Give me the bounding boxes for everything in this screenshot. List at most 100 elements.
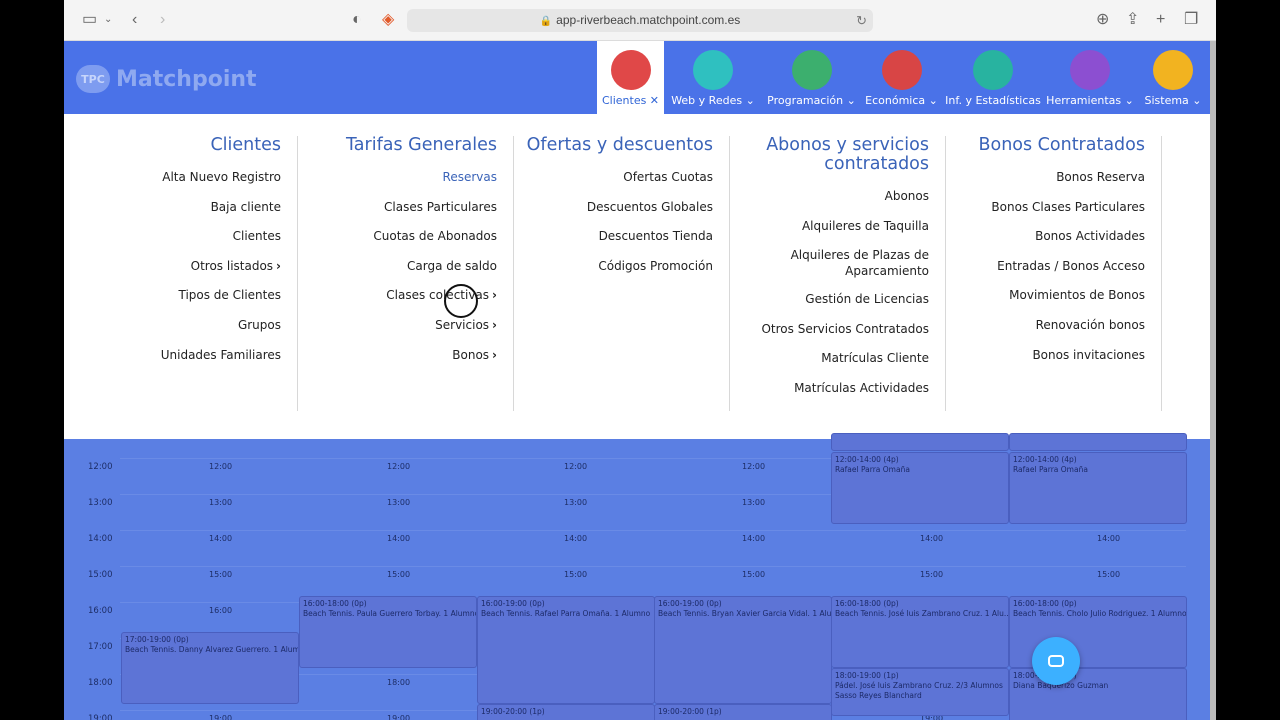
calendar-event[interactable]: 18:00-19:00 (1p) Pádel. José luis Zambran… [831, 668, 1009, 716]
cell-hour-label: 19:00 [209, 714, 233, 720]
menu-item[interactable]: Bonos Actividades [946, 228, 1145, 258]
close-icon[interactable]: ✕ [646, 94, 659, 107]
menu-item[interactable]: Otros Servicios Contratados [730, 321, 929, 351]
tabs-overview-icon[interactable]: ❐ [1184, 11, 1198, 29]
menu-item[interactable]: Abonos [730, 188, 929, 218]
menu-column-title: Clientes [210, 135, 281, 155]
calendar-event[interactable]: 16:00-18:00 (0p) Beach Tennis. José luis … [831, 596, 1009, 668]
nav-item-inf-y-estad-sticas[interactable]: Inf. y Estadísticas [942, 41, 1044, 114]
reload-icon[interactable]: ↻ [856, 9, 867, 32]
menu-item[interactable]: Descuentos Tienda [514, 228, 713, 258]
menu-item[interactable]: Matrículas Cliente [730, 350, 929, 380]
menu-item-label: Tipos de Clientes [178, 288, 281, 303]
menu-item[interactable]: Matrículas Actividades [730, 380, 929, 410]
event-time: 17:00-19:00 (0p) [125, 635, 189, 644]
chevron-right-icon: › [492, 347, 497, 362]
menu-item[interactable]: Carga de saldo [298, 258, 497, 288]
cell-hour-label: 14:00 [209, 534, 233, 543]
hour-label: 17:00 [88, 642, 113, 652]
menu-item[interactable]: Tipos de Clientes [82, 287, 281, 317]
calendar-event[interactable]: 19:00-20:00 (1p) [477, 704, 655, 720]
chevron-right-icon: › [492, 317, 497, 332]
nav-item-web-y-redes[interactable]: Web y Redes ⌄ [664, 41, 762, 114]
nav-label: Clientes ✕ [601, 94, 660, 107]
sidebar-toggle-icon[interactable]: ▭ [82, 11, 97, 29]
menu-item[interactable]: Cuotas de Abonados [298, 228, 497, 258]
address-bar[interactable]: 🔒 app-riverbeach.matchpoint.com.es ↻ [407, 9, 873, 32]
system-icon [1153, 50, 1193, 90]
menu-item[interactable]: Entradas / Bonos Acceso [946, 258, 1145, 288]
menu-item[interactable]: Ofertas Cuotas [514, 169, 713, 199]
menu-item[interactable]: Reservas [298, 169, 497, 199]
menu-item[interactable]: Clientes [82, 228, 281, 258]
menu-item-label: Códigos Promoción [598, 258, 713, 273]
menu-item[interactable]: Bonos Reserva [946, 169, 1145, 199]
calendar-event[interactable]: 12:00-14:00 (4p) Rafael Parra Omaña [1009, 452, 1187, 524]
calendar-event[interactable]: 12:00-14:00 (4p) Rafael Parra Omaña [831, 452, 1009, 524]
menu-item[interactable]: Otros listados › [82, 258, 281, 288]
cell-hour-label: 12:00 [209, 462, 233, 471]
event-time: 12:00-14:00 (4p) [1013, 455, 1077, 464]
calendar-event[interactable]: 16:00-18:00 (0p) Beach Tennis. Paula Guer… [299, 596, 477, 668]
event-time: 16:00-18:00 (0p) [1013, 599, 1077, 608]
menu-item[interactable]: Grupos [82, 317, 281, 347]
calculator-icon [881, 50, 922, 90]
lock-icon: 🔒 [539, 16, 553, 27]
calendar-event[interactable]: 17:00-19:00 (0p) Beach Tennis. Danny Alva… [121, 632, 299, 704]
cell-hour-label: 13:00 [742, 498, 766, 507]
nav-label: Programación ⌄ [767, 94, 856, 107]
nav-item-sistema[interactable]: Sistema ⌄ [1136, 41, 1210, 114]
menu-item[interactable]: Gestión de Licencias [730, 291, 929, 321]
menu-item-label: Carga de saldo [407, 258, 497, 273]
menu-item[interactable]: Códigos Promoción [514, 258, 713, 288]
menu-item[interactable]: Alquileres de Plazas de Aparcamiento [730, 247, 929, 291]
share-icon[interactable]: ⇪ [1126, 11, 1139, 29]
chevron-down-icon: ⌄ [843, 94, 856, 107]
shield-icon[interactable]: ◐ [352, 11, 362, 29]
menu-item[interactable]: Clases Particulares [298, 199, 497, 229]
chevron-right-icon[interactable]: › [160, 11, 165, 29]
menu-item[interactable]: Servicios › [298, 317, 497, 347]
calendar-event[interactable]: 16:00-19:00 (0p) Beach Tennis. Rafael Par… [477, 596, 655, 704]
nav-item-herramientas[interactable]: Herramientas ⌄ [1044, 41, 1136, 114]
menu-item-label: Renovación bonos [1035, 317, 1145, 332]
nav-item-programaci-n[interactable]: Programación ⌄ [762, 41, 861, 114]
calendar-event-top[interactable] [1009, 433, 1187, 451]
new-tab-icon[interactable]: + [1156, 11, 1165, 29]
menu-item-label: Matrículas Cliente [821, 351, 929, 366]
calendar-event[interactable]: 16:00-19:00 (0p) Beach Tennis. Bryan Xavi… [654, 596, 832, 704]
menu-item[interactable]: Alta Nuevo Registro [82, 169, 281, 199]
nav-item-clientes[interactable]: Clientes ✕ [597, 41, 664, 114]
event-text: Beach Tennis. Danny Alvarez Guerrero. 1 … [125, 645, 299, 654]
menu-item[interactable]: Bonos invitaciones [946, 347, 1145, 377]
menu-item[interactable]: Bonos › [298, 347, 497, 377]
download-icon[interactable]: ⊕ [1096, 11, 1109, 29]
menu-item-label: Descuentos Tienda [598, 229, 713, 244]
menu-item[interactable]: Bonos Clases Particulares [946, 199, 1145, 229]
hour-label: 12:00 [88, 462, 113, 472]
chevron-down-icon[interactable]: ⌄ [104, 11, 112, 29]
event-time: 18:00-19:00 (1p) [835, 671, 899, 680]
menu-item[interactable]: Descuentos Globales [514, 199, 713, 229]
menu-column-title: Ofertas y descuentos [526, 135, 713, 155]
cell-hour-label: 12:00 [564, 462, 588, 471]
extension-icon[interactable]: ◈ [382, 11, 394, 29]
menu-item[interactable]: Movimientos de Bonos [946, 287, 1145, 317]
menu-item[interactable]: Renovación bonos [946, 317, 1145, 347]
menu-item-label: Movimientos de Bonos [1009, 288, 1145, 303]
calendar-event-top[interactable] [831, 433, 1009, 451]
url-text: app-riverbeach.matchpoint.com.es [556, 13, 741, 27]
chevron-left-icon[interactable]: ‹ [132, 11, 137, 29]
calendar-event[interactable]: 18:00-20:00 (4p)Diana Baquerizo Guzman [1009, 668, 1187, 720]
chat-button[interactable] [1032, 637, 1080, 685]
scrollbar[interactable] [1210, 41, 1216, 720]
nav-item-econ-mica[interactable]: Económica ⌄ [861, 41, 942, 114]
menu-item[interactable]: Alquileres de Taquilla [730, 218, 929, 248]
app-logo[interactable]: TPC Matchpoint [76, 64, 257, 94]
menu-item[interactable]: Unidades Familiares [82, 347, 281, 377]
event-time: 16:00-19:00 (0p) [481, 599, 545, 608]
menu-item[interactable]: Baja cliente [82, 199, 281, 229]
calendar-event[interactable]: 19:00-20:00 (1p) [654, 704, 832, 720]
menu-column-3: Ofertas y descuentos Ofertas Cuotas Descue… [514, 136, 730, 411]
menu-column-title: Bonos Contratados [978, 135, 1145, 155]
